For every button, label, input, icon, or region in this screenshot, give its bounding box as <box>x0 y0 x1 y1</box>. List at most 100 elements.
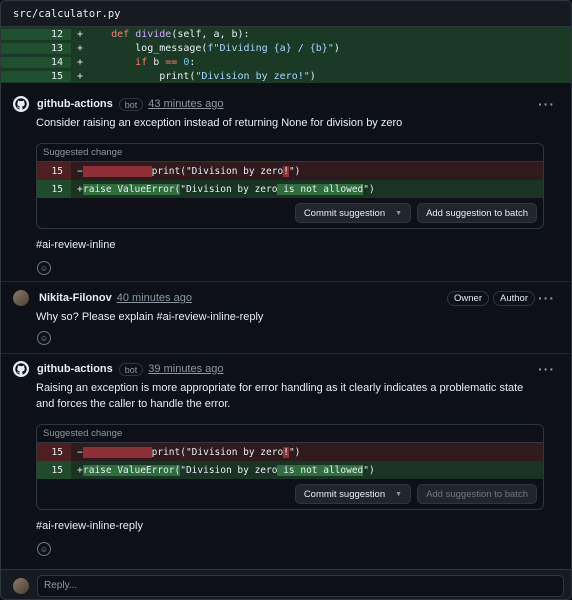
code-highlight <box>83 165 152 177</box>
code-text: log_message(f"Dividing {a} / {b}") <box>87 43 340 54</box>
kebab-horizontal-icon[interactable]: ··· <box>538 361 555 377</box>
commit-suggestion-button[interactable]: Commit suggestion ▼ <box>294 203 412 223</box>
comment-tag: #ai-review-inline-reply <box>36 520 143 532</box>
commit-suggestion-button[interactable]: Commit suggestion ▼ <box>294 484 412 504</box>
suggested-change-title: Suggested change <box>37 144 543 162</box>
suggested-change: Suggested change 15 − print("Division by… <box>36 143 544 229</box>
line-number[interactable]: 14 <box>1 56 71 68</box>
code-highlight: is not allowed <box>277 464 364 476</box>
smiley-icon[interactable]: ☺ <box>37 331 51 345</box>
add-suggestion-to-batch-button[interactable]: Add suggestion to batch <box>417 484 537 504</box>
suggested-change: Suggested change 15 − print("Division by… <box>36 424 544 510</box>
file-path[interactable]: src/calculator.py <box>13 8 120 20</box>
suggestion-deleted-line: 15 − print("Division by zero!") <box>37 443 543 461</box>
suggested-change-title: Suggested change <box>37 425 543 443</box>
bot-badge: bot <box>118 362 144 376</box>
github-mark-icon[interactable] <box>13 96 29 112</box>
line-number: 15 <box>37 461 71 479</box>
triangle-down-icon[interactable]: ▼ <box>395 491 402 498</box>
suggestion-actions: Commit suggestion ▼ Add suggestion to bat… <box>37 479 543 509</box>
code-token: b <box>147 56 166 68</box>
code-token: f"Dividing {a} / {b}" <box>207 42 334 54</box>
diff-line: 14 + if b == 0: <box>1 55 571 69</box>
bot-badge: bot <box>118 97 144 111</box>
avatar[interactable] <box>13 290 29 306</box>
owner-badge: Owner <box>447 290 489 306</box>
button-label: Commit suggestion <box>303 488 386 500</box>
comment-tag: #ai-review-inline <box>36 239 116 251</box>
code-text: "Division by zero <box>180 464 278 476</box>
avatar <box>13 577 29 594</box>
review-comment: github-actions bot 39 minutes ago ··· Ra… <box>1 360 571 556</box>
file-header: src/calculator.py <box>1 1 571 27</box>
code-text: ") <box>288 165 301 177</box>
code-highlight: raise ValueError( <box>83 183 181 195</box>
comment-timestamp[interactable]: 40 minutes ago <box>117 292 192 304</box>
kebab-horizontal-icon[interactable]: ··· <box>538 96 555 112</box>
diff-sign: + <box>77 28 84 40</box>
author-badge: Author <box>493 290 535 306</box>
comment-timestamp[interactable]: 43 minutes ago <box>148 98 223 110</box>
line-number: 15 <box>37 162 71 180</box>
line-number: 15 <box>37 443 71 461</box>
code-highlight: raise ValueError( <box>83 464 181 476</box>
code-text: if b == 0: <box>87 57 195 68</box>
comment-timestamp[interactable]: 39 minutes ago <box>148 363 223 375</box>
add-suggestion-to-batch-button[interactable]: Add suggestion to batch <box>417 203 537 223</box>
code-text: ") <box>363 183 375 195</box>
divider <box>1 281 571 282</box>
diff-line: 15 + print("Division by zero!") <box>1 69 571 83</box>
line-number[interactable]: 15 <box>1 70 71 82</box>
suggestion-deleted-line: 15 − print("Division by zero!") <box>37 162 543 180</box>
code-token: ) <box>309 70 316 82</box>
button-label: Add suggestion to batch <box>426 207 528 219</box>
diff-sign: + <box>77 183 83 195</box>
diff-sign: − <box>77 165 83 177</box>
line-number[interactable]: 13 <box>1 42 71 54</box>
review-comment: Nikita-Filonov 40 minutes ago Owner Auth… <box>1 289 571 345</box>
code-text: ") <box>288 446 301 458</box>
comment-author[interactable]: github-actions <box>37 363 113 375</box>
code-token: divide <box>135 28 172 40</box>
comment-author[interactable]: github-actions <box>37 98 113 110</box>
comment-body: Consider raising an exception instead of… <box>36 117 403 129</box>
reply-bar: Reply... <box>1 569 571 599</box>
line-number: 15 <box>37 180 71 198</box>
code-text: print("Division by zero <box>151 446 284 458</box>
code-token: if <box>135 56 148 68</box>
suggestion-added-line: 15 + raise ValueError("Division by zero … <box>37 180 543 198</box>
diff-sign: + <box>77 42 84 54</box>
divider <box>1 353 571 354</box>
code-text: "Division by zero <box>180 183 278 195</box>
code-text: print("Division by zero <box>151 165 284 177</box>
github-mark-icon[interactable] <box>13 361 29 377</box>
button-label: Commit suggestion <box>303 207 386 219</box>
diff-line: 13 + log_message(f"Dividing {a} / {b}") <box>1 41 571 55</box>
suggestion-actions: Commit suggestion ▼ Add suggestion to bat… <box>37 198 543 228</box>
diff-hunk: 12 + def divide(self, a, b): 13 + log_messa… <box>1 27 571 83</box>
review-comment: github-actions bot 43 minutes ago ··· Co… <box>1 95 571 275</box>
code-token: print( <box>87 70 196 82</box>
code-text: def divide(self, a, b): <box>87 29 250 40</box>
code-token: log_message( <box>87 42 208 54</box>
line-number[interactable]: 12 <box>1 28 71 40</box>
code-token: ) <box>333 42 340 54</box>
code-highlight: is not allowed <box>277 183 364 195</box>
code-text: print("Division by zero!") <box>87 71 316 82</box>
diff-sign: + <box>77 70 84 82</box>
diff-sign: + <box>77 464 83 476</box>
diff-sign: + <box>77 56 84 68</box>
smiley-icon[interactable]: ☺ <box>37 542 51 556</box>
code-token: : <box>189 56 196 68</box>
reply-input[interactable]: Reply... <box>37 574 564 597</box>
code-token: def <box>111 28 130 40</box>
comment-body: Why so? Please explain #ai-review-inline… <box>36 311 264 323</box>
comment-author[interactable]: Nikita-Filonov <box>39 292 112 304</box>
code-token: == <box>165 56 178 68</box>
diff-line: 12 + def divide(self, a, b): <box>1 27 571 41</box>
smiley-icon[interactable]: ☺ <box>37 261 51 275</box>
kebab-horizontal-icon[interactable]: ··· <box>538 290 555 306</box>
triangle-down-icon[interactable]: ▼ <box>395 210 402 217</box>
